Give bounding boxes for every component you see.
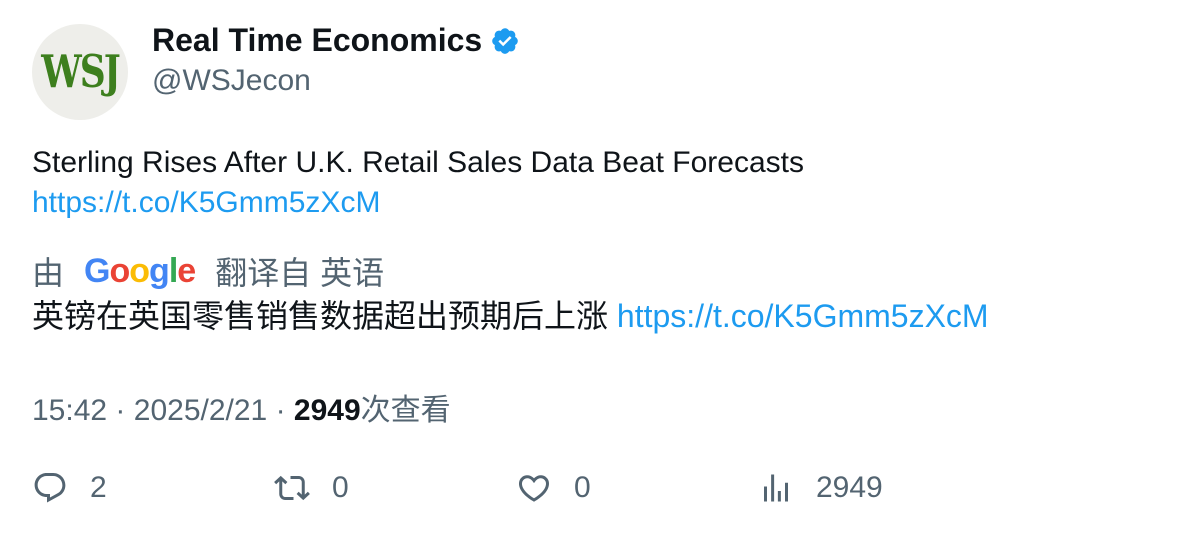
google-logo: Google <box>84 251 196 290</box>
meta-separator: · <box>115 394 126 427</box>
author-name-row: Real Time Economics <box>152 22 520 59</box>
retweet-count: 0 <box>332 471 349 504</box>
reply-icon <box>34 473 66 503</box>
translation-prefix: 由 <box>32 255 65 291</box>
translation-suffix[interactable]: 翻译自 英语 <box>215 248 384 294</box>
tweet-link[interactable]: https://t.co/K5Gmm5zXcM <box>32 183 804 223</box>
reply-count: 2 <box>90 471 107 504</box>
analytics-icon <box>764 474 788 502</box>
avatar-logo-text: WSJ <box>41 45 120 99</box>
translated-link[interactable]: https://t.co/K5Gmm5zXcM <box>617 298 989 334</box>
heart-icon <box>518 475 550 502</box>
author-name[interactable]: Real Time Economics <box>152 22 482 59</box>
translated-text: 英镑在英国零售销售数据超出预期后上涨 https://t.co/K5Gmm5zX… <box>32 296 989 336</box>
tweet-text: Sterling Rises After U.K. Retail Sales D… <box>32 143 804 223</box>
avatar[interactable]: WSJ <box>32 24 128 120</box>
tweet-date[interactable]: 2025/2/21 <box>134 394 267 427</box>
meta-separator: · <box>275 394 286 427</box>
like-count: 0 <box>574 471 591 504</box>
tweet-time[interactable]: 15:42 <box>32 394 107 427</box>
reply-button[interactable]: 2 <box>32 470 107 506</box>
tweet-body: Sterling Rises After U.K. Retail Sales D… <box>32 146 804 179</box>
action-bar: 2 0 0 2949 <box>0 470 1196 514</box>
tweet-meta: 15:42 · 2025/2/21 · 2949次查看 <box>32 385 451 429</box>
translated-body: 英镑在英国零售销售数据超出预期后上涨 <box>32 298 609 334</box>
view-count: 2949 <box>293 394 361 427</box>
views-count: 2949 <box>816 471 883 504</box>
view-label: 次查看 <box>360 394 451 427</box>
like-button[interactable]: 0 <box>516 470 591 506</box>
views-button[interactable]: 2949 <box>758 470 883 506</box>
retweet-icon <box>274 475 310 501</box>
retweet-button[interactable]: 0 <box>274 470 349 506</box>
translation-attribution: 由 Google 翻译自 英语 <box>32 248 384 294</box>
author-handle[interactable]: @WSJecon <box>152 64 311 98</box>
verified-badge-icon <box>492 27 519 54</box>
